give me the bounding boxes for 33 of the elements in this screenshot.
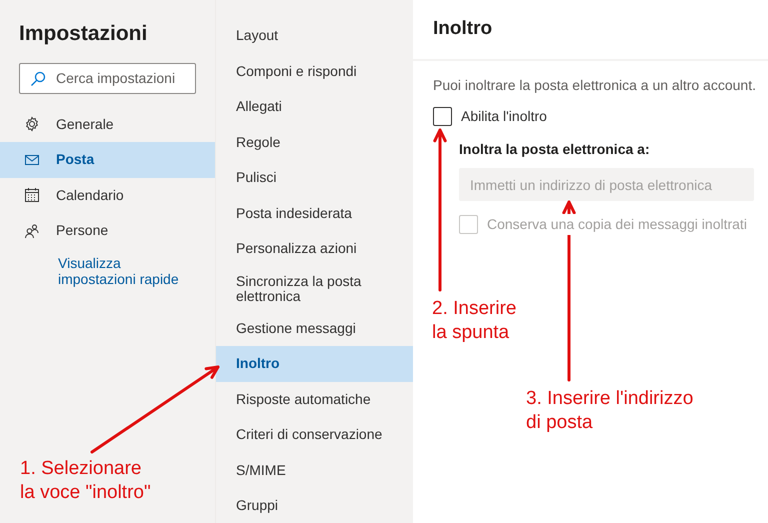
- menu-item[interactable]: Regole: [216, 124, 413, 160]
- search-field[interactable]: Cerca impostazioni: [19, 62, 196, 94]
- checkbox-label: Conserva una copia dei messaggi inoltrati: [487, 214, 747, 235]
- field-label: Inoltra la posta elettronica a:: [459, 140, 651, 159]
- menu-item[interactable]: Criteri di conservazione: [216, 417, 413, 452]
- menu-item[interactable]: Gestione messaggi: [216, 310, 413, 346]
- checkbox-label: Abilita l'inoltro: [461, 107, 547, 126]
- menu-item[interactable]: Layout: [216, 18, 413, 54]
- quick-settings-link[interactable]: Visualizza impostazioni rapide: [58, 254, 198, 286]
- menu-item[interactable]: Inoltro: [216, 346, 413, 382]
- settings-category[interactable]: Posta: [0, 142, 215, 178]
- checkbox[interactable]: [433, 107, 452, 126]
- settings-title: Impostazioni: [19, 21, 148, 47]
- settings-category[interactable]: Persone: [0, 213, 215, 248]
- section-title: Inoltro: [433, 17, 492, 42]
- annotation-text: 2. Inserire la spunta: [432, 297, 516, 345]
- people-icon: [24, 222, 40, 239]
- calendar-icon: [24, 187, 40, 204]
- menu-item[interactable]: Personalizza azioni: [216, 231, 413, 266]
- menu-item[interactable]: Gruppi: [216, 488, 413, 523]
- menu-item[interactable]: Allegati: [216, 89, 413, 124]
- settings-category[interactable]: Calendario: [0, 178, 215, 213]
- annotation-text: 3. Inserire l'indirizzo di posta: [526, 387, 694, 435]
- menu-item[interactable]: Risposte automatiche: [216, 382, 413, 417]
- menu-item[interactable]: Pulisci: [216, 160, 413, 196]
- gear-icon: [24, 116, 40, 132]
- menu-item[interactable]: Componi e rispondi: [216, 54, 413, 89]
- menu-item[interactable]: Sincronizza la posta elettronica: [216, 266, 413, 310]
- description-text: Puoi inoltrare la posta elettronica a un altro account.: [433, 76, 756, 95]
- menu-item[interactable]: Posta indesiderata: [216, 196, 413, 231]
- settings-category[interactable]: Generale: [0, 106, 215, 142]
- annotation-text: 1. Selezionare la voce "inoltro": [20, 457, 151, 505]
- menu-item[interactable]: S/MIME: [216, 452, 413, 488]
